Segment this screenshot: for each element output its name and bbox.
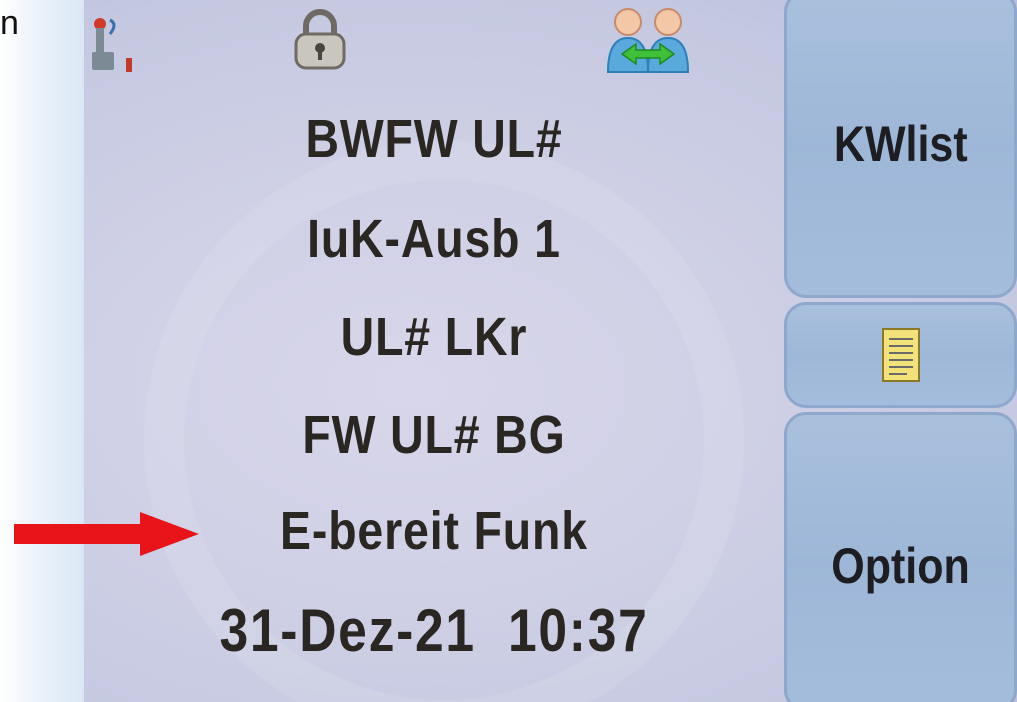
info-line-2: IuK-Ausb 1 (307, 209, 561, 269)
kwlist-softkey[interactable]: KWlist (784, 0, 1017, 298)
info-line-1: BWFW UL# (305, 109, 563, 169)
notes-softkey[interactable] (784, 302, 1017, 408)
option-label: Option (831, 538, 970, 594)
info-line-5: E-bereit Funk (280, 501, 588, 561)
option-softkey[interactable]: Option (784, 412, 1017, 702)
kwlist-label: KWlist (833, 116, 968, 172)
slide-corner-text: n (0, 4, 19, 42)
notes-icon (881, 328, 920, 382)
info-line-3: UL# LKr (340, 307, 528, 367)
info-line-4: FW UL# BG (302, 405, 566, 465)
red-arrow-icon (14, 512, 199, 556)
radio-display: BWFW UL# IuK-Ausb 1 UL# LKr FW UL# BG E-… (84, 0, 1017, 702)
date-time: 31-Dez-21 10:37 (219, 597, 649, 664)
